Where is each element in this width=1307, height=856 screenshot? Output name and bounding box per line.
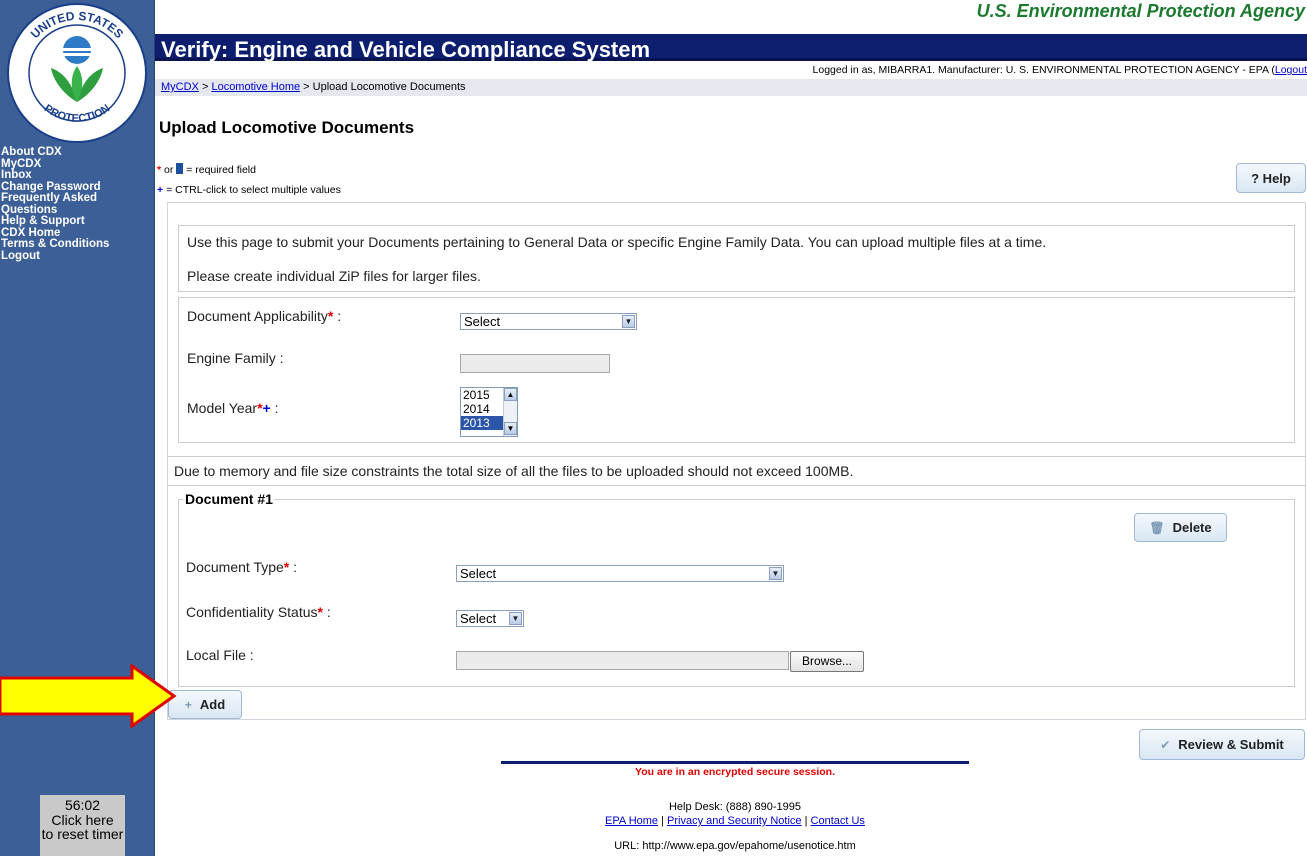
logout-link[interactable]: Logout	[1275, 64, 1307, 76]
legend-or: or	[164, 164, 174, 176]
logged-in-text: Logged in as, MIBARRA1. Manufacturer: U.…	[812, 64, 1275, 76]
required-legend: * or = required field	[157, 163, 256, 176]
model-year-label: Model Year*+ :	[187, 400, 279, 416]
arrow-pointer-icon	[0, 664, 177, 728]
chevron-down-icon: ▼	[622, 315, 635, 328]
confidentiality-select[interactable]: Select ▼	[456, 610, 524, 627]
size-note: Due to memory and file size constraints …	[174, 463, 854, 479]
plus-icon: +	[184, 697, 192, 712]
engine-family-input[interactable]	[460, 354, 610, 373]
sidebar-item-faq[interactable]: Frequently Asked	[0, 192, 155, 205]
breadcrumb-mycdx[interactable]: MyCDX	[161, 81, 199, 93]
browse-button[interactable]: Browse...	[790, 651, 864, 672]
page-title: Upload Locomotive Documents	[159, 118, 415, 137]
local-file-label: Local File :	[186, 647, 254, 663]
document-type-select[interactable]: Select ▼	[456, 565, 784, 582]
epa-home-link[interactable]: EPA Home	[605, 815, 658, 827]
plus-icon: +	[157, 184, 164, 196]
epa-seal-logo: UNITED STATES PROTECTION	[7, 3, 147, 143]
breadcrumb-separator: >	[201, 81, 209, 93]
title-bar: Verify: Engine and Vehicle Compliance Sy…	[155, 34, 1307, 62]
required-asterisk-icon: *	[157, 164, 162, 176]
logged-in-bar: Logged in as, MIBARRA1. Manufacturer: U.…	[155, 64, 1307, 78]
upload-form-container: Use this page to submit your Documents p…	[167, 202, 1306, 720]
engine-family-label: Engine Family :	[187, 350, 284, 366]
chevron-down-icon: ▼	[509, 612, 522, 625]
sidebar-item-terms[interactable]: Terms & Conditions	[0, 238, 155, 251]
breadcrumb: MyCDX > Locomotive Home > Upload Locomot…	[155, 79, 1307, 96]
model-year-option-selected[interactable]: 2013	[461, 416, 504, 430]
applicability-label: Document Applicability* :	[187, 308, 342, 324]
listbox-scrollbar[interactable]: ▲ ▼	[503, 388, 517, 436]
legend-required-text: = required field	[186, 164, 256, 176]
confidentiality-label: Confidentiality Status* :	[186, 604, 331, 620]
sidebar-nav: About CDX MyCDX Inbox Change Password Fr…	[0, 146, 155, 263]
intro-line-2: Please create individual ZiP files for l…	[187, 268, 481, 284]
app-title: Verify: Engine and Vehicle Compliance Sy…	[161, 37, 651, 62]
secure-session-text: You are in an encrypted secure session.	[635, 766, 835, 778]
review-submit-button[interactable]: ✔ Review & Submit	[1139, 729, 1305, 760]
footer-divider	[501, 761, 969, 764]
helpdesk-text: Help Desk: (888) 890-1995	[668, 801, 802, 813]
contact-link[interactable]: Contact Us	[811, 815, 865, 827]
legend-multi-text: = CTRL-click to select multiple values	[166, 184, 341, 196]
document-type-label: Document Type* :	[186, 559, 298, 575]
intro-panel: Use this page to submit your Documents p…	[178, 225, 1295, 292]
multiselect-legend: + = CTRL-click to select multiple values	[157, 184, 341, 196]
size-note-panel: Due to memory and file size constraints …	[168, 456, 1305, 486]
sidebar-item-help-support[interactable]: Help & Support	[0, 215, 155, 228]
required-box-icon	[176, 163, 184, 174]
model-year-option[interactable]: 2015	[461, 388, 504, 402]
delete-button[interactable]: 🗑 Delete	[1134, 513, 1227, 542]
session-timer-button[interactable]: 56:02 Click here to reset timer	[40, 795, 125, 856]
check-icon: ✔	[1160, 737, 1171, 752]
agency-name: U.S. Environmental Protection Agency	[976, 1, 1305, 21]
sidebar-item-about-cdx[interactable]: About CDX	[0, 146, 155, 159]
intro-line-1: Use this page to submit your Documents p…	[187, 234, 1047, 250]
scroll-down-icon[interactable]: ▼	[504, 422, 517, 435]
local-file-input[interactable]	[456, 651, 789, 670]
timer-time: 56:02	[64, 797, 101, 813]
trash-icon: 🗑	[1149, 520, 1165, 535]
footer-links: EPA Home | Privacy and Security Notice |…	[605, 815, 865, 827]
privacy-link[interactable]: Privacy and Security Notice	[667, 815, 802, 827]
criteria-panel: Document Applicability* : Engine Family …	[178, 297, 1295, 443]
document-applicability-select[interactable]: Select ▼	[460, 313, 637, 330]
model-year-option[interactable]: 2014	[461, 402, 504, 416]
footer-url: URL: http://www.epa.gov/epahome/usenotic…	[614, 840, 856, 852]
timer-line1: Click here	[51, 811, 114, 828]
breadcrumb-current: Upload Locomotive Documents	[312, 81, 466, 93]
sidebar-item-logout[interactable]: Logout	[0, 250, 155, 263]
chevron-down-icon: ▼	[769, 567, 782, 580]
breadcrumb-locomotive-home[interactable]: Locomotive Home	[211, 81, 300, 93]
breadcrumb-separator: >	[303, 81, 310, 93]
timer-line2: to reset timer	[41, 826, 124, 842]
help-button[interactable]: ? Help	[1236, 163, 1306, 193]
sidebar-item-inbox[interactable]: Inbox	[0, 169, 155, 182]
scroll-up-icon[interactable]: ▲	[504, 388, 517, 401]
document-legend: Document #1	[183, 491, 275, 507]
model-year-listbox[interactable]: 2015 2014 2013 ▲ ▼	[460, 387, 518, 437]
